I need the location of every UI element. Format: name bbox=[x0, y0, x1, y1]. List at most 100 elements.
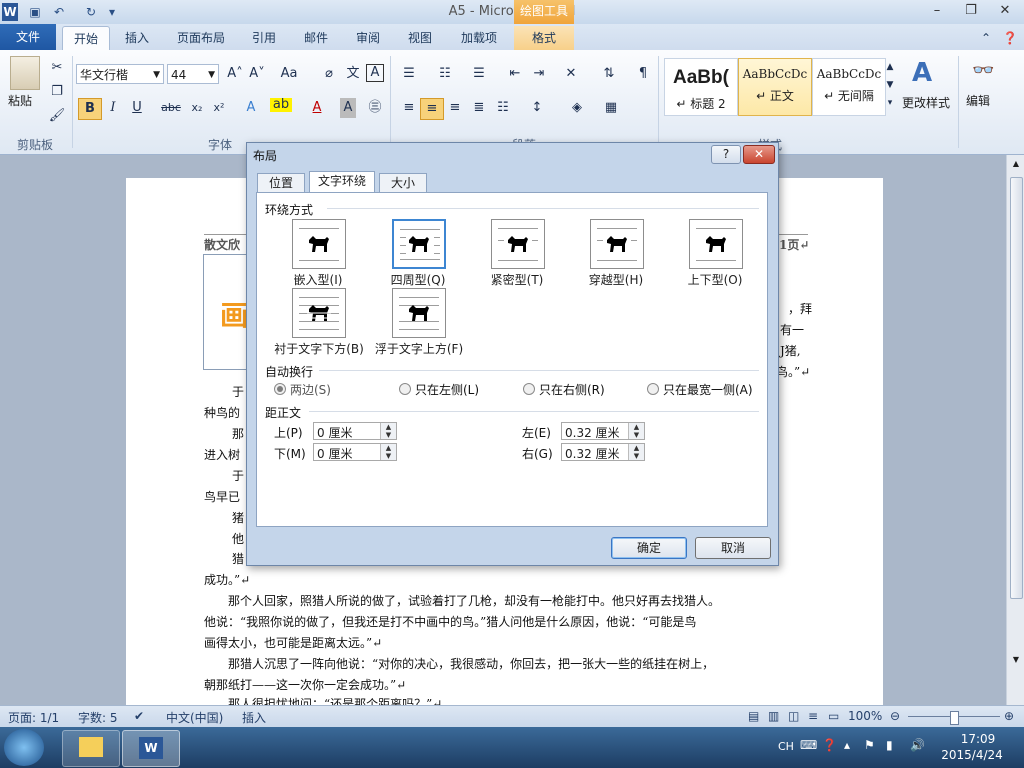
tray-arrow-icon[interactable]: ▴ bbox=[844, 738, 850, 752]
spinner-arrows-icon[interactable]: ▲ ▼ bbox=[628, 444, 644, 460]
numbering-icon[interactable]: ☷ bbox=[434, 64, 456, 84]
tab-view[interactable]: 视图 bbox=[400, 26, 440, 50]
styles-scroll-icon[interactable]: ▲ ▼ ▾ bbox=[884, 58, 896, 114]
distance-right-spinner[interactable]: 0.32 厘米 ▲ ▼ bbox=[561, 443, 645, 461]
network-icon[interactable]: ▮ bbox=[886, 738, 893, 752]
font-color-icon[interactable]: A bbox=[306, 98, 328, 118]
distance-left-value[interactable]: 0.32 厘米 bbox=[565, 424, 620, 441]
wrap-behind-text-option[interactable] bbox=[292, 288, 346, 338]
wrap-both-sides-radio[interactable] bbox=[274, 383, 286, 395]
wordart-graphic[interactable]: 画 bbox=[220, 294, 248, 334]
volume-icon[interactable]: 🔊 bbox=[910, 738, 925, 752]
decrease-indent-icon[interactable]: ⇤ bbox=[504, 64, 526, 84]
scroll-down-icon[interactable]: ▼ bbox=[1010, 655, 1022, 664]
chevron-down-icon[interactable]: ▼ bbox=[153, 65, 160, 85]
distance-bottom-spinner[interactable]: 0 厘米 ▲ ▼ bbox=[313, 443, 397, 461]
start-button[interactable] bbox=[4, 729, 44, 766]
minimize-ribbon-icon[interactable]: ⌃ bbox=[976, 26, 996, 50]
shrink-font-icon[interactable]: A˅ bbox=[246, 64, 268, 84]
distance-right-value[interactable]: 0.32 厘米 bbox=[565, 445, 620, 462]
zoom-out-icon[interactable]: ⊖ bbox=[890, 709, 900, 723]
font-size-box[interactable]: 44 ▼ bbox=[167, 64, 219, 84]
wrap-behind-text-label[interactable]: 衬于文字下方(B) bbox=[271, 340, 367, 357]
wrap-square-option[interactable] bbox=[392, 219, 446, 269]
subscript-button[interactable]: x₂ bbox=[186, 98, 208, 118]
wrap-largest-side-radio[interactable] bbox=[647, 383, 659, 395]
copy-icon[interactable]: ❐ bbox=[46, 82, 68, 102]
language[interactable]: 中文(中国) bbox=[166, 709, 223, 726]
zoom-level[interactable]: 100% bbox=[848, 709, 882, 723]
wrap-inline-option[interactable] bbox=[292, 219, 346, 269]
ok-button[interactable]: 确定 bbox=[611, 537, 687, 559]
tab-insert[interactable]: 插入 bbox=[114, 26, 160, 50]
wrap-inline-label[interactable]: 嵌入型(I) bbox=[283, 271, 353, 288]
character-border-icon[interactable]: A bbox=[366, 64, 384, 82]
multilevel-list-icon[interactable]: ☰ bbox=[468, 64, 490, 84]
superscript-button[interactable]: x² bbox=[208, 98, 230, 118]
tab-references[interactable]: 引用 bbox=[244, 26, 284, 50]
cancel-button[interactable]: 取消 bbox=[695, 537, 771, 559]
style-heading2[interactable]: AaBb(↵ 标题 2 bbox=[664, 58, 738, 116]
increase-indent-icon[interactable]: ⇥ bbox=[528, 64, 550, 84]
asian-layout-icon[interactable]: ✕ bbox=[560, 64, 582, 84]
text-effects-icon[interactable]: A bbox=[240, 98, 262, 118]
tab-format[interactable]: 格式 bbox=[514, 26, 574, 50]
distance-bottom-value[interactable]: 0 厘米 bbox=[317, 445, 352, 462]
enclose-characters-icon[interactable]: ㊂ bbox=[364, 98, 386, 118]
cut-icon[interactable]: ✂ bbox=[46, 58, 68, 78]
phonetic-guide-icon[interactable]: 文 bbox=[342, 64, 364, 84]
align-left-icon[interactable]: ≡ bbox=[398, 98, 420, 118]
bullets-icon[interactable]: ☰ bbox=[398, 64, 420, 84]
distance-left-spinner[interactable]: 0.32 厘米 ▲ ▼ bbox=[561, 422, 645, 440]
clock-time[interactable]: 17:09 bbox=[948, 732, 1008, 746]
wrap-both-sides-label[interactable]: 两边(S) bbox=[290, 381, 331, 398]
distance-top-spinner[interactable]: 0 厘米 ▲ ▼ bbox=[313, 422, 397, 440]
binoculars-icon[interactable]: 👓 bbox=[972, 60, 994, 81]
highlight-icon[interactable]: ab bbox=[270, 98, 292, 112]
dialog-help-button[interactable]: ? bbox=[711, 145, 741, 164]
wrap-right-only-radio[interactable] bbox=[523, 383, 535, 395]
wrap-through-option[interactable] bbox=[590, 219, 644, 269]
borders-icon[interactable]: ▦ bbox=[600, 98, 622, 118]
vertical-scrollbar[interactable]: ▲ ▼ bbox=[1006, 155, 1024, 705]
word-count[interactable]: 字数: 5 bbox=[78, 709, 118, 726]
input-method[interactable]: CH bbox=[778, 740, 794, 753]
tab-mailings[interactable]: 邮件 bbox=[296, 26, 336, 50]
page-count[interactable]: 页面: 1/1 bbox=[8, 709, 59, 726]
wrap-left-only-radio[interactable] bbox=[399, 383, 411, 395]
wrap-in-front-label[interactable]: 浮于文字上方(F) bbox=[371, 340, 467, 357]
change-styles-button[interactable]: 更改样式 bbox=[902, 94, 950, 111]
explorer-taskbar-button[interactable] bbox=[62, 730, 120, 767]
chevron-down-icon[interactable]: ▼ bbox=[208, 65, 215, 85]
change-case-icon[interactable]: Aa bbox=[278, 64, 300, 84]
change-styles-icon[interactable]: A bbox=[912, 58, 932, 88]
help-icon[interactable]: ❓ bbox=[822, 738, 837, 752]
style-no-spacing[interactable]: AaBbCcDc ↵ 无间隔 bbox=[812, 58, 886, 116]
outline-icon[interactable]: ≡ bbox=[808, 709, 818, 723]
align-center-icon[interactable]: ≡ bbox=[420, 98, 444, 120]
zoom-in-icon[interactable]: ⊕ bbox=[1004, 709, 1014, 723]
tab-addins[interactable]: 加载项 bbox=[452, 26, 506, 50]
show-marks-icon[interactable]: ¶ bbox=[632, 64, 654, 84]
spinner-arrows-icon[interactable]: ▲ ▼ bbox=[628, 423, 644, 439]
distributed-icon[interactable]: ☷ bbox=[492, 98, 514, 118]
justify-icon[interactable]: ≣ bbox=[468, 98, 490, 118]
web-layout-icon[interactable]: ◫ bbox=[788, 709, 799, 723]
tab-review[interactable]: 审阅 bbox=[348, 26, 388, 50]
bold-button[interactable]: B bbox=[78, 98, 102, 120]
italic-button[interactable]: I bbox=[102, 98, 124, 118]
zoom-slider-thumb[interactable] bbox=[950, 711, 959, 725]
wrap-top-bottom-option[interactable] bbox=[689, 219, 743, 269]
wrap-largest-side-label[interactable]: 只在最宽一侧(A) bbox=[663, 381, 753, 398]
wrap-tight-label[interactable]: 紧密型(T) bbox=[482, 271, 552, 288]
shading-icon[interactable]: ◈ bbox=[566, 98, 588, 118]
format-painter-icon[interactable]: 🖌 bbox=[46, 106, 68, 126]
close-button[interactable]: ✕ bbox=[992, 2, 1018, 20]
style-normal[interactable]: AaBbCcDc ↵ 正文 bbox=[738, 58, 812, 116]
clock-date[interactable]: 2015/4/24 bbox=[934, 748, 1010, 762]
print-layout-icon[interactable]: ▤ bbox=[748, 709, 759, 723]
paste-button[interactable]: 粘贴 bbox=[8, 92, 32, 109]
strikethrough-button[interactable]: abc bbox=[160, 98, 182, 118]
distance-top-value[interactable]: 0 厘米 bbox=[317, 424, 352, 441]
tab-position[interactable]: 位置 bbox=[257, 173, 305, 193]
